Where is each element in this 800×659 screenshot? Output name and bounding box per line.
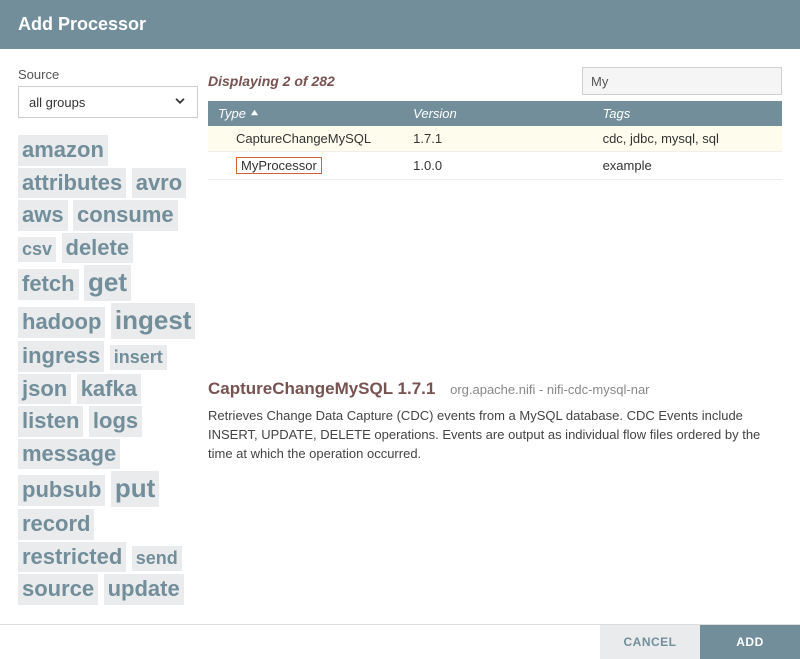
detail-vendor: org.apache.nifi - nifi-cdc-mysql-nar [450, 382, 649, 397]
filter-input[interactable] [582, 67, 782, 95]
table-row[interactable]: CaptureChangeMySQL 1.7.1cdc, jdbc, mysql,… [208, 126, 782, 152]
processor-tags: example [593, 152, 782, 180]
dialog-title: Add Processor [0, 0, 800, 49]
tag-record[interactable]: record [18, 509, 94, 540]
tag-source[interactable]: source [18, 574, 98, 605]
dialog-footer: CANCEL ADD [0, 624, 800, 659]
chevron-down-icon [173, 94, 187, 111]
table-row[interactable]: MyProcessor 1.0.0example [208, 152, 782, 180]
processor-tags: cdc, jdbc, mysql, sql [593, 126, 782, 152]
processor-table: Type Version Tags CaptureChangeMySQL 1.7.… [208, 101, 782, 180]
tag-attributes[interactable]: attributes [18, 168, 126, 199]
right-panel: Displaying 2 of 282 Type [208, 67, 782, 606]
column-header-version[interactable]: Version [403, 101, 592, 126]
tag-delete[interactable]: delete [62, 233, 134, 264]
tag-send[interactable]: send [132, 546, 182, 571]
tag-put[interactable]: put [111, 471, 159, 507]
processor-version: 1.7.1 [403, 126, 592, 152]
tag-fetch[interactable]: fetch [18, 269, 79, 300]
processor-version: 1.0.0 [403, 152, 592, 180]
processor-type: MyProcessor [236, 157, 322, 174]
source-label: Source [18, 67, 198, 82]
tag-consume[interactable]: consume [73, 200, 178, 231]
displaying-count: Displaying 2 of 282 [208, 73, 335, 89]
group-select-value: all groups [29, 95, 85, 110]
tag-amazon[interactable]: amazon [18, 135, 108, 166]
tag-avro[interactable]: avro [132, 168, 186, 199]
detail-description: Retrieves Change Data Capture (CDC) even… [208, 407, 782, 464]
column-header-tags[interactable]: Tags [593, 101, 782, 126]
detail-name-text: CaptureChangeMySQL 1.7.1 [208, 379, 435, 398]
detail-name: CaptureChangeMySQL 1.7.1 org.apache.nifi… [208, 379, 782, 399]
tag-csv[interactable]: csv [18, 237, 56, 262]
table-header-row: Type Version Tags [208, 101, 782, 126]
tag-cloud: amazon attributes avro aws consume csv d… [18, 134, 198, 606]
tag-update[interactable]: update [104, 574, 184, 605]
left-panel: Source all groups amazon attributes avro… [18, 67, 198, 606]
column-header-type[interactable]: Type [208, 101, 403, 126]
tag-aws[interactable]: aws [18, 200, 68, 231]
tag-logs[interactable]: logs [89, 406, 142, 437]
dialog-body: Source all groups amazon attributes avro… [0, 49, 800, 624]
column-header-type-label: Type [218, 106, 246, 121]
sort-asc-icon [250, 106, 259, 121]
group-select[interactable]: all groups [18, 86, 198, 118]
tag-message[interactable]: message [18, 439, 120, 470]
tag-insert[interactable]: insert [110, 345, 167, 370]
tag-ingress[interactable]: ingress [18, 341, 104, 372]
add-button[interactable]: ADD [700, 625, 800, 659]
tag-kafka[interactable]: kafka [77, 374, 141, 405]
tag-hadoop[interactable]: hadoop [18, 307, 105, 338]
tag-pubsub[interactable]: pubsub [18, 475, 105, 506]
tag-restricted[interactable]: restricted [18, 542, 126, 573]
add-processor-dialog: Add Processor Source all groups amazon a… [0, 0, 800, 659]
tag-listen[interactable]: listen [18, 406, 83, 437]
tag-json[interactable]: json [18, 374, 71, 405]
tag-ingest[interactable]: ingest [111, 303, 196, 339]
tag-get[interactable]: get [84, 265, 131, 301]
cancel-button[interactable]: CANCEL [600, 625, 700, 659]
processor-type: CaptureChangeMySQL [236, 131, 371, 146]
